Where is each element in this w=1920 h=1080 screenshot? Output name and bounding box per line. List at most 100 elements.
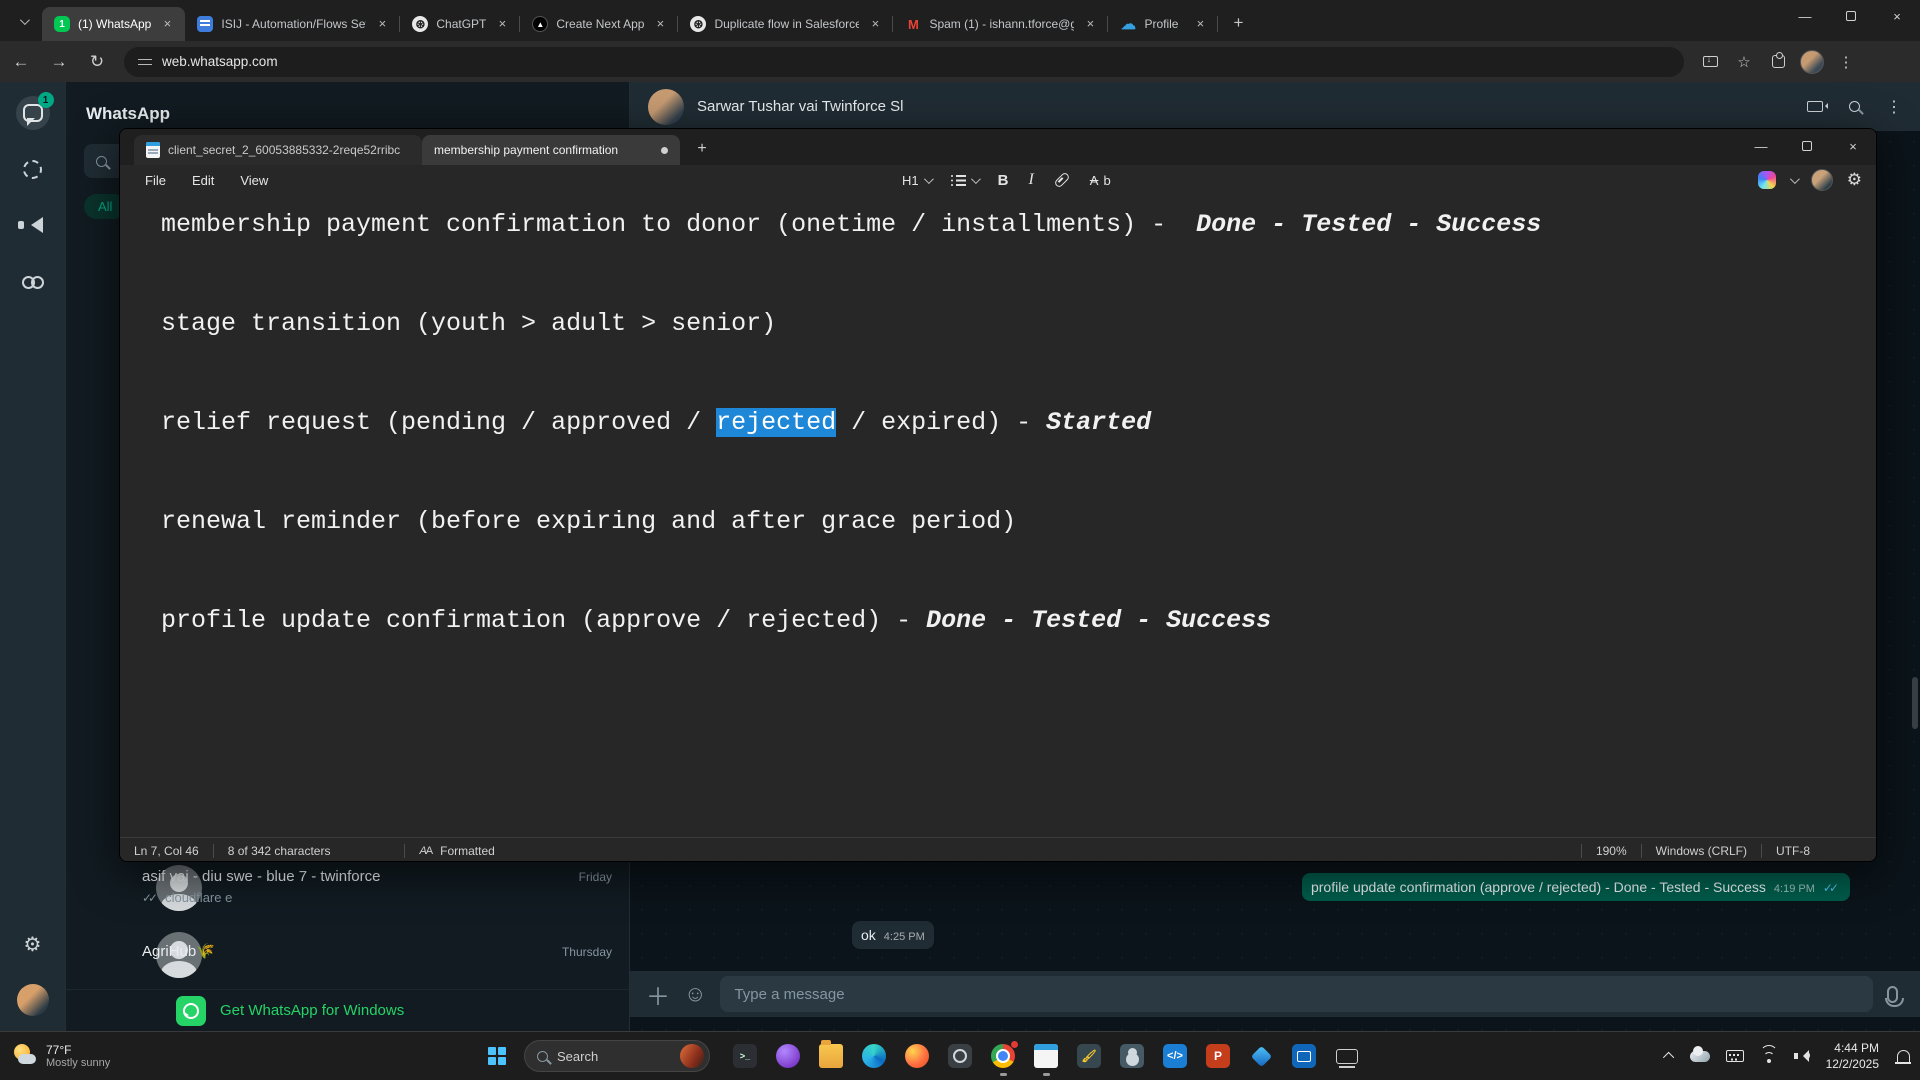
bold-button[interactable]: B [998,172,1009,189]
contact-name[interactable]: Sarwar Tushar vai Twinforce Sl [697,98,903,115]
address-bar[interactable]: web.whatsapp.com [124,47,1684,77]
taskbar-messenger-icon[interactable] [771,1039,805,1073]
close-button[interactable]: × [1874,0,1920,32]
italic-button[interactable]: I [1028,171,1033,189]
outgoing-message-bubble[interactable]: profile update confirmation (approve / r… [1302,873,1850,901]
browser-tab-whatsapp[interactable]: 1 (1) WhatsApp × [42,7,185,41]
account-avatar[interactable] [1811,169,1833,191]
minimize-button[interactable]: — [1782,0,1828,32]
install-app-button[interactable] [1696,48,1724,76]
minimize-button[interactable]: — [1738,129,1784,163]
browser-tab-gmail-spam[interactable]: M Spam (1) - ishann.tforce@gmai × [893,7,1108,41]
taskbar-paint-icon[interactable]: 🖌 [1072,1039,1106,1073]
taskbar-terminal-icon[interactable]: >_ [728,1039,762,1073]
settings-button[interactable]: ⚙ [16,927,50,961]
maximize-button[interactable] [1828,0,1874,32]
chat-scrollbar[interactable] [1912,677,1918,729]
communities-tab[interactable] [16,264,50,298]
close-tab-icon[interactable]: × [1082,16,1098,32]
volume-icon[interactable] [1794,1050,1810,1063]
close-button[interactable]: × [1830,129,1876,163]
onedrive-icon[interactable] [1690,1051,1710,1062]
clear-formatting-button[interactable]: Ab [1090,173,1111,188]
formatted-toggle[interactable]: AAFormatted [405,844,508,858]
close-tab-icon[interactable]: × [867,16,883,32]
browser-tab-isij[interactable]: ISIJ - Automation/Flows Setup - × [185,7,400,41]
browser-menu-button[interactable]: ⋮ [1832,48,1860,76]
encoding[interactable]: UTF-8 [1762,844,1824,858]
weather-widget[interactable]: 77°F Mostly sunny [12,1043,162,1069]
chat-menu-icon[interactable]: ⋮ [1886,97,1902,117]
microphone-icon[interactable] [1887,986,1898,1003]
view-menu[interactable]: View [227,169,281,192]
close-tab-icon[interactable]: × [1192,16,1208,32]
maximize-button[interactable] [1784,129,1830,163]
taskbar-camera-icon[interactable] [943,1039,977,1073]
contact-avatar[interactable] [648,89,684,125]
taskbar-file-explorer-icon[interactable] [814,1039,848,1073]
touch-keyboard-icon[interactable] [1726,1050,1744,1062]
site-settings-icon[interactable] [138,57,152,67]
forward-button[interactable]: → [42,45,76,79]
browser-tab-profile[interactable]: ☁ Profile × [1108,7,1218,41]
message-input[interactable] [720,976,1873,1012]
taskbar-azure-devops-icon[interactable] [1244,1039,1278,1073]
extensions-button[interactable] [1764,48,1792,76]
zoom-level[interactable]: 190% [1582,844,1641,858]
bookmark-button[interactable]: ☆ [1730,48,1758,76]
search-in-chat-icon[interactable] [1849,101,1860,112]
link-button[interactable] [1054,176,1070,184]
reload-button[interactable]: ↻ [80,45,114,79]
notepad-tab-client-secret[interactable]: client_secret_2_60053885332-2reqe52rribc [134,135,422,165]
notepad-new-tab-button[interactable]: + [688,135,716,163]
back-button[interactable]: ← [4,45,38,79]
notification-bell-icon[interactable] [1897,1050,1910,1062]
copilot-icon[interactable] [1758,171,1776,189]
taskbar-contacts-icon[interactable] [1115,1039,1149,1073]
taskbar-notepad-icon[interactable] [1029,1039,1063,1073]
tab-search-button[interactable] [8,6,38,36]
notepad-tab-membership[interactable]: membership payment confirmation [422,135,680,165]
address-url[interactable]: web.whatsapp.com [162,54,278,69]
browser-tab-next-app[interactable]: ▲ Create Next App × [520,7,678,41]
chats-tab[interactable]: 1 [16,96,50,130]
taskbar-chrome-icon[interactable] [986,1039,1020,1073]
taskbar-edge-icon[interactable] [857,1039,891,1073]
taskbar-search-box[interactable]: Search [524,1040,710,1072]
profile-avatar-button[interactable] [16,983,50,1017]
chat-list-row[interactable]: asif vai - diu swe - blue 7 - twinforce … [142,868,612,905]
emoji-icon[interactable]: ☺ [684,981,706,1007]
edit-menu[interactable]: Edit [179,169,227,192]
taskbar-clock[interactable]: 4:44 PM 12/2/2025 [1826,1040,1879,1072]
taskbar-firefox-icon[interactable] [900,1039,934,1073]
notepad-editor[interactable]: membership payment confirmation to donor… [120,195,1876,837]
close-tab-icon[interactable]: × [159,16,175,32]
list-dropdown[interactable] [951,174,978,186]
taskbar-outlook-icon[interactable] [1287,1039,1321,1073]
video-call-icon[interactable] [1807,101,1823,112]
profile-button[interactable] [1798,48,1826,76]
hidden-icons-chevron[interactable] [1663,1052,1674,1063]
file-menu[interactable]: File [132,169,179,192]
incoming-message-bubble[interactable]: ok 4:25 PM [852,921,934,949]
get-whatsapp-banner[interactable]: Get WhatsApp for Windows [66,989,629,1031]
attach-icon[interactable]: ＋ [646,977,670,1012]
chevron-down-icon[interactable] [1790,174,1800,184]
start-button[interactable] [480,1039,514,1073]
wifi-icon[interactable] [1760,1050,1778,1063]
new-tab-button[interactable]: + [1224,9,1252,37]
status-tab[interactable] [16,152,50,186]
taskbar-vscode-icon[interactable]: </> [1158,1039,1192,1073]
close-tab-icon[interactable]: × [494,16,510,32]
browser-tab-chatgpt[interactable]: ⊛ ChatGPT × [400,7,520,41]
taskbar-powerpoint-icon[interactable]: P [1201,1039,1235,1073]
close-tab-icon[interactable]: × [652,16,668,32]
channels-tab[interactable] [16,208,50,242]
chat-list-row[interactable]: AgriHub🌾 Thursday [142,942,612,960]
line-ending[interactable]: Windows (CRLF) [1642,844,1761,858]
taskbar-device-icon[interactable] [1330,1039,1364,1073]
close-tab-icon[interactable]: × [374,16,390,32]
browser-tab-salesforce-flow[interactable]: ⊛ Duplicate flow in Salesforce × [678,7,893,41]
heading-dropdown[interactable]: H1 [902,173,931,188]
settings-gear-icon[interactable]: ⚙ [1847,170,1862,190]
